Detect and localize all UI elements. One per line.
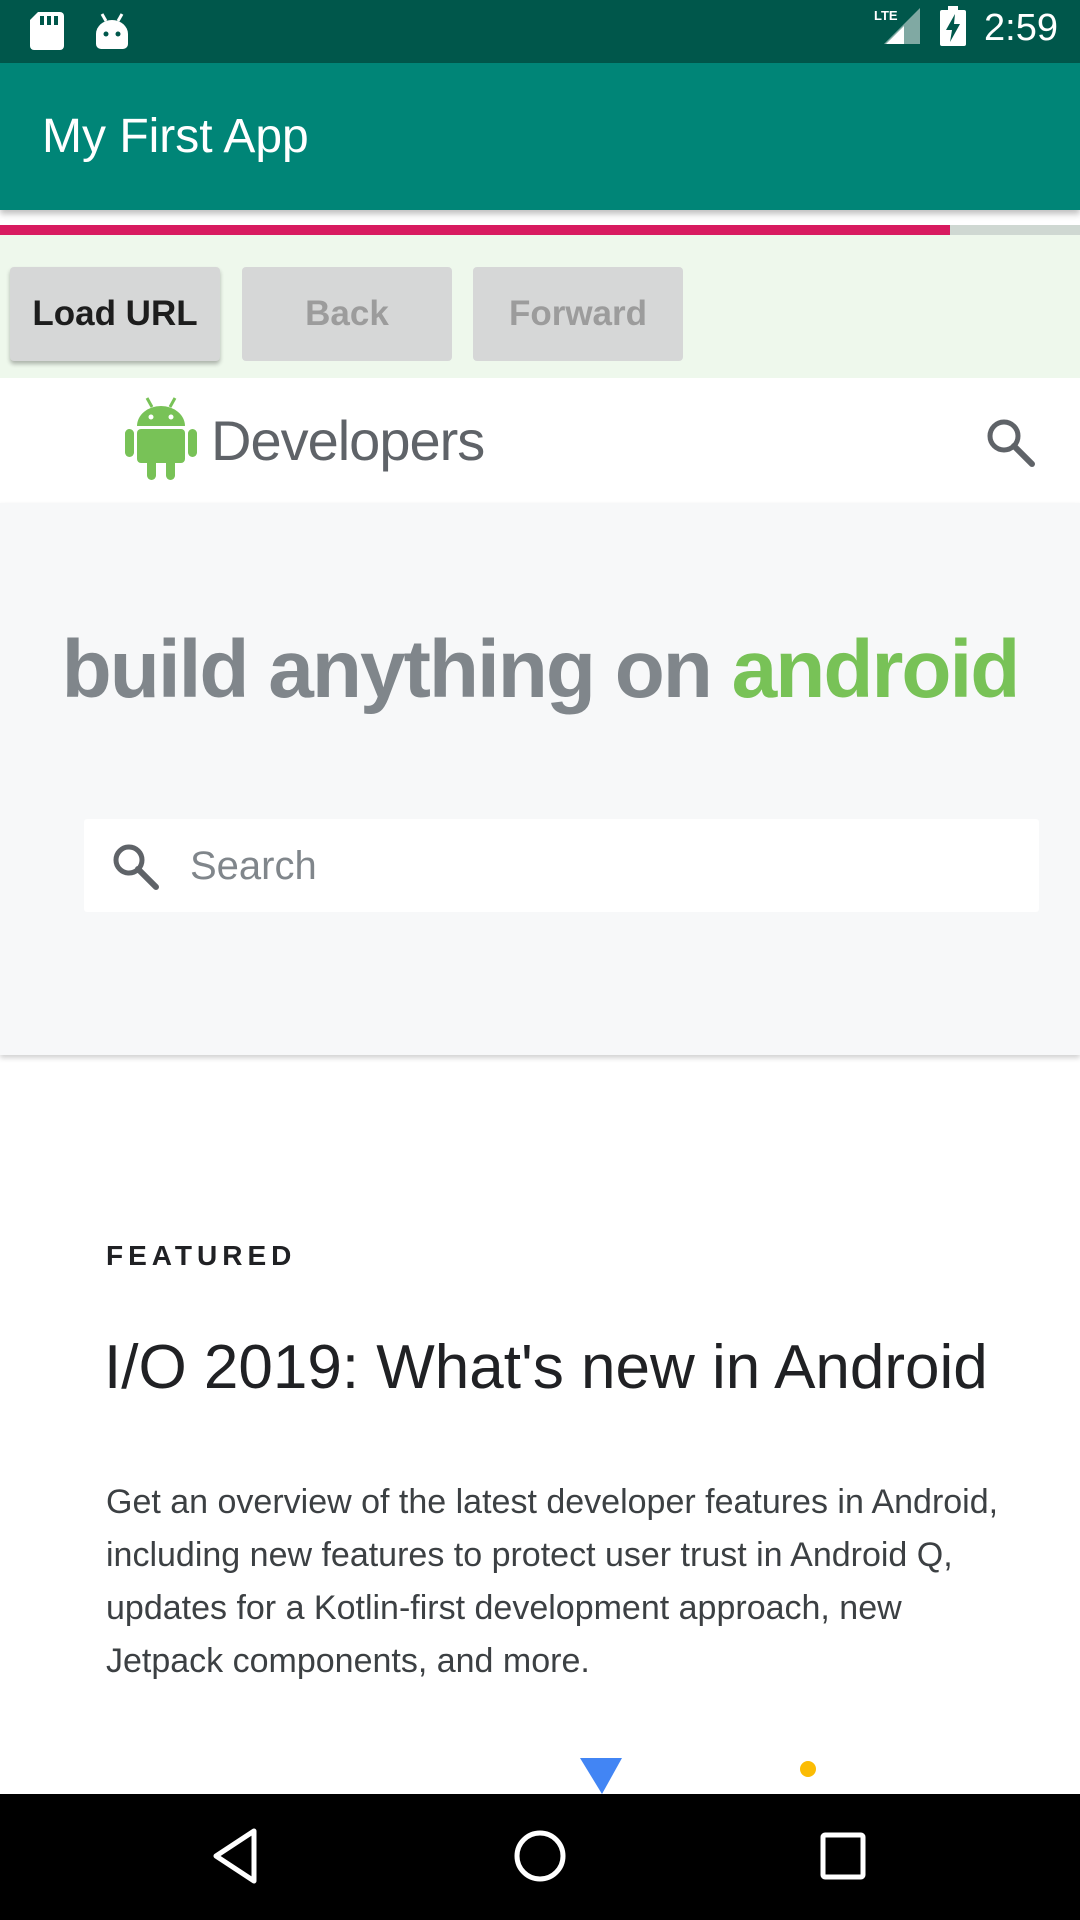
webview[interactable]: Developers build anything on android FEA… <box>0 378 1080 1794</box>
browser-controls: Load URL Back Forward <box>0 235 1080 378</box>
hero-section: build anything on android <box>0 503 1080 1055</box>
status-clock: 2:59 <box>984 7 1058 49</box>
lte-signal-icon: LTE <box>874 6 922 51</box>
navigation-bar <box>0 1794 1080 1920</box>
decorative-dot <box>800 1761 816 1777</box>
developers-logo[interactable]: Developers <box>125 396 485 485</box>
hero-title-main: build anything on <box>61 624 732 715</box>
hero-title-accent: android <box>731 624 1021 715</box>
header-search-icon[interactable] <box>984 416 1036 473</box>
sd-card-icon <box>30 12 64 55</box>
page-load-progress-bar <box>0 225 1080 235</box>
battery-charging-icon <box>940 6 967 51</box>
featured-title[interactable]: I/O 2019: What's new in Android <box>104 1332 988 1403</box>
page-load-progress-fill <box>0 225 951 235</box>
featured-label: FEATURED <box>106 1240 297 1271</box>
hero-title: build anything on android <box>0 623 1080 717</box>
back-nav-icon[interactable] <box>210 1827 260 1890</box>
featured-description: Get an overview of the latest developer … <box>106 1483 999 1680</box>
svg-text:LTE: LTE <box>874 8 898 23</box>
app-bar: My First App <box>0 63 1080 210</box>
load-url-button[interactable]: Load URL <box>10 267 220 361</box>
home-nav-icon[interactable] <box>512 1827 568 1890</box>
developers-wordmark: Developers <box>211 409 485 472</box>
android-robot-icon <box>125 396 197 485</box>
forward-button[interactable]: Forward <box>473 267 683 361</box>
status-bar: LTE 2:59 <box>0 0 1080 63</box>
app-title: My First App <box>42 110 309 163</box>
back-button[interactable]: Back <box>242 267 452 361</box>
hero-search-box[interactable] <box>84 819 1039 912</box>
search-icon <box>110 841 160 896</box>
decorative-triangle-icon <box>580 1758 622 1794</box>
recents-nav-icon[interactable] <box>818 1827 868 1890</box>
search-input[interactable] <box>188 829 1012 903</box>
site-header: Developers <box>0 378 1080 503</box>
android-debug-icon <box>94 12 130 55</box>
